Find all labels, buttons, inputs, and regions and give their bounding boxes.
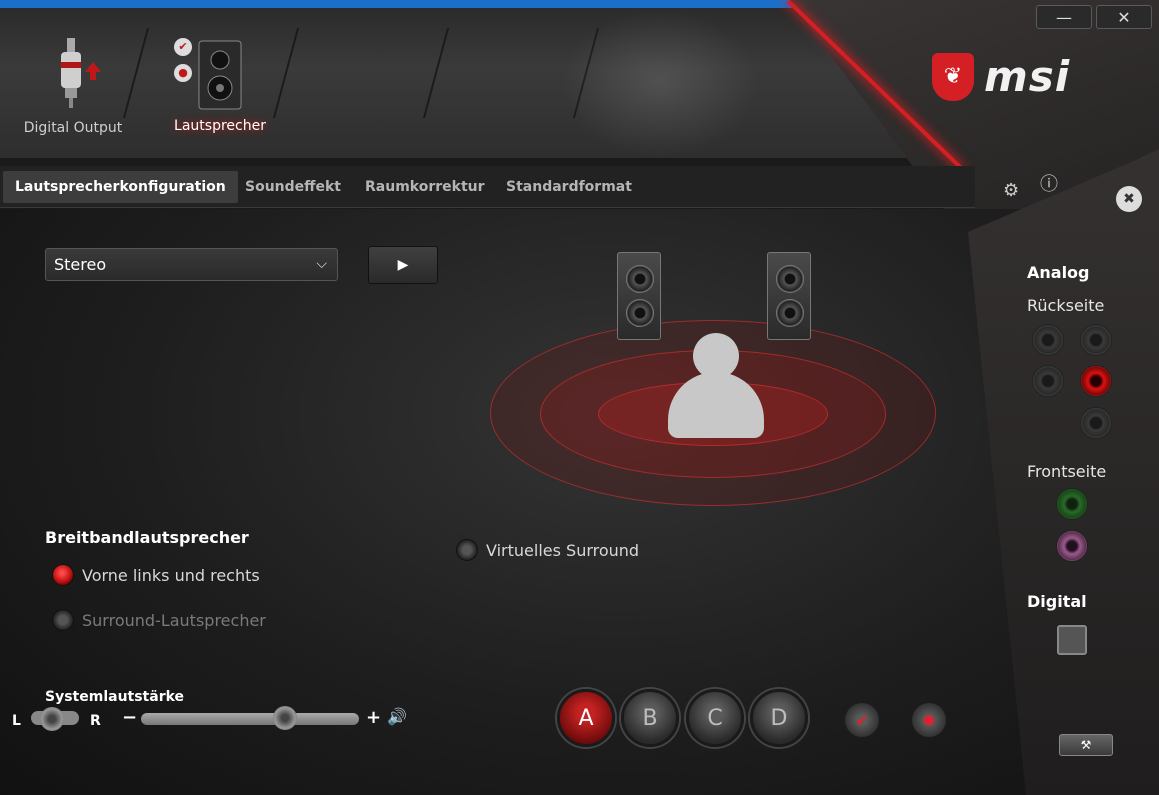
- balance-slider-knob[interactable]: [40, 707, 64, 731]
- front-right-speaker-icon[interactable]: [767, 252, 811, 340]
- digital-title: Digital: [1027, 592, 1087, 611]
- panel-close-icon[interactable]: ✖: [1116, 186, 1142, 212]
- msi-wordmark: msi: [984, 52, 1071, 101]
- check-icon: ✔: [855, 710, 869, 730]
- profile-a-button[interactable]: A: [557, 689, 615, 747]
- speaker-icon: [198, 40, 242, 110]
- volume-minus-icon[interactable]: −: [122, 707, 137, 728]
- radio-front-left-right[interactable]: Vorne links und rechts: [52, 564, 260, 586]
- rear-jack-2[interactable]: [1080, 324, 1112, 356]
- device-speaker[interactable]: ✔ ● Lautsprecher: [168, 38, 272, 134]
- tab-speaker-configuration[interactable]: Lautsprecherkonfiguration: [3, 171, 238, 203]
- header-glow: [560, 8, 760, 158]
- front-jack-mic[interactable]: [1056, 530, 1088, 562]
- microphone-icon: ⬤: [923, 714, 935, 726]
- msi-dragon-shield-icon: ❦: [932, 52, 974, 101]
- tab-sound-effect[interactable]: Soundeffekt: [233, 171, 353, 203]
- digital-output-plug-icon: [61, 38, 101, 108]
- play-test-button[interactable]: ▶: [368, 246, 438, 284]
- analog-title: Analog: [1027, 263, 1090, 282]
- default-communication-icon: ●: [174, 64, 192, 82]
- radio-surround-speakers-label: Surround-Lautsprecher: [82, 610, 266, 630]
- header-divider: [122, 28, 150, 118]
- fullrange-speakers-title: Breitbandlautsprecher: [45, 528, 249, 547]
- tab-room-correction[interactable]: Raumkorrektur: [353, 171, 497, 203]
- close-button[interactable]: ✕: [1096, 5, 1152, 29]
- system-volume-title: Systemlautstärke: [45, 689, 185, 705]
- front-label: Frontseite: [1027, 462, 1107, 481]
- profile-apply-button[interactable]: ✔: [845, 703, 879, 737]
- profile-b-button[interactable]: B: [621, 689, 679, 747]
- device-digital-output[interactable]: Digital Output: [20, 36, 126, 136]
- device-digital-output-label: Digital Output: [23, 120, 123, 136]
- tab-bar: Lautsprecherkonfiguration Soundeffekt Ra…: [0, 166, 975, 208]
- device-speaker-label: Lautsprecher: [174, 118, 266, 134]
- speaker-config-selected: Stereo: [54, 255, 107, 274]
- header-divider: [272, 28, 300, 118]
- volume-slider-knob[interactable]: [272, 706, 297, 730]
- profile-mic-button[interactable]: ⬤: [912, 703, 946, 737]
- default-device-check-icon: ✔: [174, 38, 192, 56]
- wrench-icon: ⚒: [1080, 738, 1092, 752]
- rear-jack-1[interactable]: [1032, 324, 1064, 356]
- advanced-settings-button[interactable]: ⚒: [1059, 734, 1113, 756]
- radio-off-icon: [52, 609, 74, 631]
- rear-jack-5[interactable]: [1080, 407, 1112, 439]
- header-divider: [422, 28, 450, 118]
- chevron-down-icon: ⌵: [316, 256, 327, 272]
- profile-c-button[interactable]: C: [686, 689, 744, 747]
- radio-front-left-right-label: Vorne links und rechts: [82, 565, 260, 585]
- gear-icon[interactable]: ⚙: [1003, 180, 1019, 201]
- digital-port-icon[interactable]: [1057, 625, 1087, 655]
- tab-default-format[interactable]: Standardformat: [494, 171, 644, 203]
- rear-label: Rückseite: [1027, 296, 1105, 315]
- volume-speaker-icon[interactable]: 🔊: [387, 707, 407, 726]
- minimize-button[interactable]: —: [1036, 5, 1092, 29]
- volume-plus-icon[interactable]: +: [366, 707, 381, 728]
- radio-on-icon: [52, 564, 74, 586]
- profile-d-button[interactable]: D: [750, 689, 808, 747]
- balance-right-label: R: [90, 713, 101, 729]
- front-left-speaker-icon[interactable]: [617, 252, 661, 340]
- speaker-config-dropdown[interactable]: Stereo ⌵: [45, 248, 338, 281]
- radio-surround-speakers[interactable]: Surround-Lautsprecher: [52, 609, 266, 631]
- listener-head-icon: [693, 333, 739, 379]
- msi-logo: ❦ msi: [932, 52, 1070, 101]
- virtual-surround-toggle[interactable]: Virtuelles Surround: [456, 539, 639, 561]
- radio-off-icon: [456, 539, 478, 561]
- balance-left-label: L: [12, 713, 21, 729]
- volume-slider-track[interactable]: [141, 713, 359, 725]
- rear-jack-speaker-active[interactable]: [1080, 365, 1112, 397]
- front-jack-headphone[interactable]: [1056, 488, 1088, 520]
- virtual-surround-label: Virtuelles Surround: [486, 540, 640, 560]
- info-icon[interactable]: ⓘ: [1040, 170, 1058, 196]
- rear-jack-3[interactable]: [1032, 365, 1064, 397]
- play-icon: ▶: [397, 257, 409, 273]
